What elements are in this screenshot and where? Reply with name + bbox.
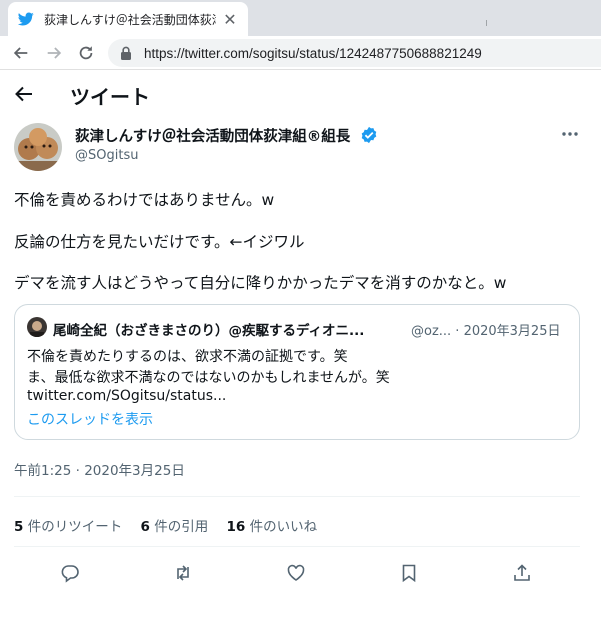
back-arrow-icon[interactable] <box>14 84 34 104</box>
quotes-count: 6 <box>140 519 150 535</box>
page-header: ツイート <box>0 70 601 118</box>
browser-toolbar: https://twitter.com/sogitsu/status/12424… <box>0 36 601 70</box>
tweet-stats: 5 件のリツイート 6 件の引用 16 件のいいね <box>14 515 331 535</box>
address-bar[interactable]: https://twitter.com/sogitsu/status/12424… <box>108 39 601 67</box>
display-name[interactable]: 荻津しんすけ＠社会活動団体荻津組®組長 <box>75 125 350 146</box>
retweet-icon[interactable] <box>173 563 193 583</box>
more-icon[interactable] <box>561 127 579 141</box>
reply-icon[interactable] <box>60 563 80 583</box>
tweet-text-line: 反論の仕方を見たいだけです。←イジワル <box>14 233 305 251</box>
likes-count: 16 <box>226 519 246 535</box>
avatar-image <box>14 123 62 171</box>
url-text: https://twitter.com/sogitsu/status/12424… <box>144 45 482 61</box>
quoted-avatar <box>27 317 47 337</box>
quoted-display-name: 尾崎全紀（おざきまさのり）@疾駆するディオニ... <box>53 323 365 339</box>
divider <box>14 496 580 497</box>
quoted-meta: @oz... · 2020年3月25日 <box>411 324 561 339</box>
likes-label: 件のいいね <box>245 519 318 535</box>
bookmark-icon[interactable] <box>399 563 419 583</box>
tab-title: 荻津しんすけ＠社会活動団体荻津組 <box>44 12 216 27</box>
author-handle[interactable]: @SOgitsu <box>75 148 138 163</box>
twitter-bird-icon <box>18 12 34 26</box>
tab-separator <box>486 20 487 26</box>
quoted-text-line: 不倫を責めたりするのは、欲求不満の証拠です。笑 <box>27 349 348 365</box>
avatar[interactable] <box>14 123 62 171</box>
like-icon[interactable] <box>286 563 306 583</box>
reload-icon[interactable] <box>77 44 95 62</box>
verified-icon <box>361 126 377 144</box>
close-icon[interactable]: ✕ <box>222 10 238 29</box>
retweets-count: 5 <box>14 519 24 535</box>
show-thread-link[interactable]: このスレッドを表示 <box>27 409 153 429</box>
retweets-stat[interactable]: 5 件のリツイート <box>14 519 122 535</box>
quoted-text-line: ま、最低な欲求不満なのではないのかもしれませんが。笑 <box>27 370 390 386</box>
back-icon[interactable] <box>12 44 30 62</box>
forward-icon[interactable] <box>45 44 63 62</box>
quotes-label: 件の引用 <box>149 519 209 535</box>
tweet-timestamp[interactable]: 午前1:25 · 2020年3月25日 <box>14 459 185 479</box>
page-title: ツイート <box>70 85 150 109</box>
retweets-label: 件のリツイート <box>23 519 123 535</box>
divider <box>14 546 580 547</box>
browser-tabstrip: 荻津しんすけ＠社会活動団体荻津組 ✕ <box>0 0 601 36</box>
quotes-stat[interactable]: 6 件の引用 <box>141 519 209 535</box>
quoted-text-line: twitter.com/SOgitsu/status... <box>27 388 227 404</box>
tweet-text-line: 不倫を責めるわけではありません。w <box>14 191 275 209</box>
browser-tab[interactable]: 荻津しんすけ＠社会活動団体荻津組 ✕ <box>8 2 248 36</box>
quoted-tweet[interactable]: 尾崎全紀（おざきまさのり）@疾駆するディオニ... @oz... · 2020年… <box>14 304 580 440</box>
share-icon[interactable] <box>512 563 532 583</box>
likes-stat[interactable]: 16 件のいいね <box>227 519 318 535</box>
tweet-text-line: デマを流す人はどうやって自分に降りかかったデマを消すのかなと。w <box>14 274 507 292</box>
lock-icon <box>121 46 131 60</box>
